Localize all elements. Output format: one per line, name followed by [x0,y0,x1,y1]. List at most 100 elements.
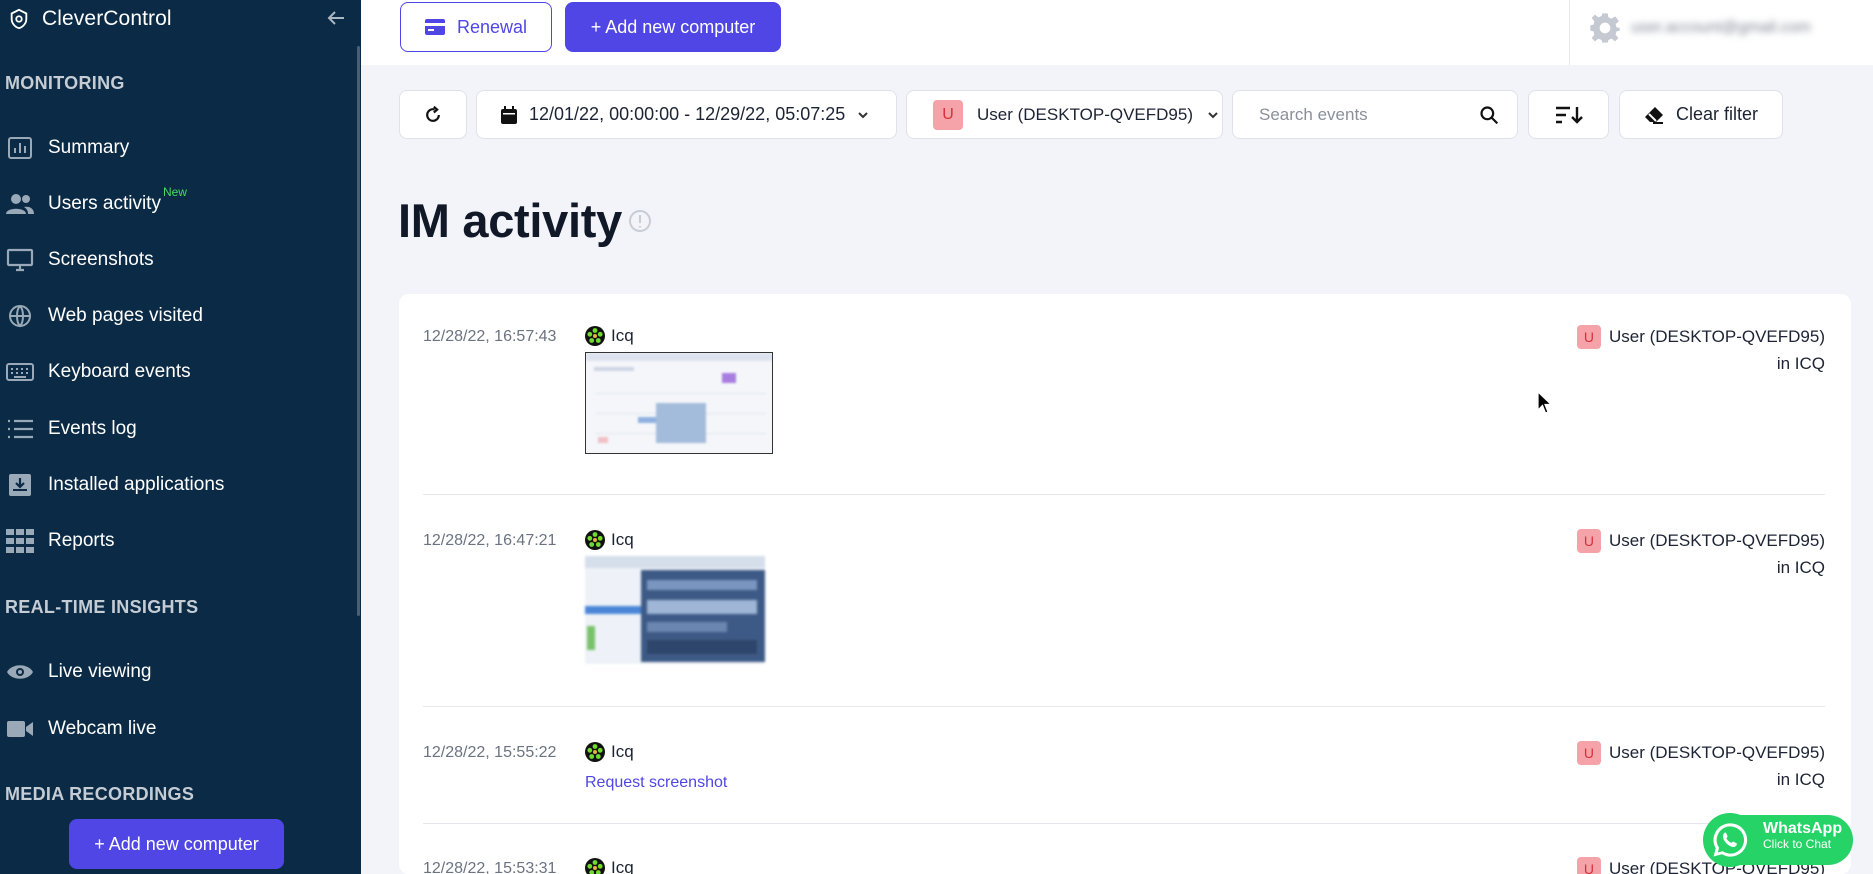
sidebar-item-keyboard[interactable]: Keyboard events [0,349,355,395]
event-time: 12/28/22, 16:57:43 [423,328,557,345]
event-app-label: Icq [611,742,634,761]
sidebar-item-label: Users activity [48,193,161,214]
sidebar-item-label: Events log [48,418,137,439]
sidebar-add-computer-button[interactable]: + Add new computer [69,819,284,869]
user-select[interactable]: U User (DESKTOP-QVEFD95) [906,90,1223,139]
sidebar-item-users-activity[interactable]: Users activity New [0,181,355,227]
whatsapp-title: WhatsApp [1763,820,1843,837]
grid-icon [5,528,35,554]
search-placeholder: Search events [1259,104,1368,124]
gear-icon[interactable] [1589,12,1621,44]
users-icon [5,191,35,217]
whatsapp-subtitle: Click to Chat [1763,836,1832,851]
refresh-icon [426,105,440,122]
page-title: IM activity [398,194,622,247]
icq-icon [585,530,605,550]
event-user: U User (DESKTOP-QVEFD95) [1576,529,1825,553]
sidebar-item-label: Summary [48,137,130,158]
monitor-icon [5,247,35,273]
search-input[interactable]: Search events [1232,90,1518,139]
event-app-context: in ICQ [1776,770,1825,789]
app-name: CleverControl [42,7,172,30]
sidebar-item-webcam-live[interactable]: Webcam live [0,706,355,752]
icq-icon [585,742,605,762]
event-time: 12/28/22, 15:55:22 [423,744,557,761]
sidebar-item-label: Live viewing [48,661,152,682]
event-app-label: Icq [611,858,634,874]
add-computer-button[interactable]: + Add new computer [565,2,781,52]
screenshot-thumbnail[interactable] [585,556,765,664]
user-avatar: U [1576,741,1601,765]
event-user-label: User (DESKTOP-QVEFD95) [1608,743,1825,762]
brand[interactable]: CleverControl [8,4,172,34]
event-app: Icq [585,530,634,550]
account-email: user.account@gmail.com [1631,19,1811,36]
user-avatar: U [933,99,963,130]
sidebar-item-installed-apps[interactable]: Installed applications [0,462,355,508]
sort-icon [1555,106,1583,124]
section-realtime: REAL-TIME INSIGHTS [5,597,199,617]
event-app: Icq [585,742,634,762]
event-user: U User (DESKTOP-QVEFD95) [1576,741,1825,765]
clear-filter-button[interactable]: Clear filter [1619,90,1783,139]
download-box-icon [5,472,35,498]
info-icon[interactable] [628,209,652,233]
globe-icon [5,303,35,329]
sidebar-item-live-viewing[interactable]: Live viewing [0,649,355,695]
event-app: Icq [585,326,634,346]
eraser-icon [1644,106,1663,124]
sidebar-item-reports[interactable]: Reports [0,518,355,564]
event-app-context: in ICQ [1776,354,1825,373]
search-icon[interactable] [1479,105,1499,125]
sidebar-item-label: Screenshots [48,249,154,270]
sidebar-item-label: Reports [48,530,115,551]
sidebar-scrollbar[interactable] [357,46,360,616]
chevron-down-icon [1208,111,1218,118]
user-avatar: U [1576,325,1601,349]
whatsapp-chat-button[interactable]: WhatsApp Click to Chat [1703,813,1853,867]
sidebar-item-screenshots[interactable]: Screenshots [0,237,355,283]
event-app: Icq [585,858,634,874]
icq-icon [585,858,605,874]
arrow-left-icon[interactable] [324,6,348,30]
renewal-label: Renewal [456,16,528,37]
divider [423,494,1825,495]
sidebar-item-web-pages[interactable]: Web pages visited [0,293,355,339]
account-menu[interactable]: user.account@gmail.com [1589,12,1811,44]
chart-icon [5,135,35,161]
divider [1569,0,1570,65]
divider [423,823,1825,824]
event-app-label: Icq [611,530,634,549]
screenshot-thumbnail[interactable] [585,352,773,454]
credit-card-icon [424,19,445,35]
event-time: 12/28/22, 15:53:31 [423,860,557,874]
refresh-button[interactable] [399,90,467,139]
event-user: U User (DESKTOP-QVEFD95) [1576,325,1825,349]
renewal-button[interactable]: Renewal [400,2,552,52]
sidebar-item-label: Keyboard events [48,361,191,382]
whatsapp-text: WhatsApp Click to Chat [1763,820,1843,851]
sidebar-item-summary[interactable]: Summary [0,125,355,171]
date-range-value: 12/01/22, 00:00:00 - 12/29/22, 05:07:25 [529,104,846,124]
sort-button[interactable] [1528,90,1609,139]
user-select-value: User (DESKTOP-QVEFD95) [977,104,1194,124]
keyboard-icon [5,359,35,385]
sidebar-item-events-log[interactable]: Events log [0,406,355,452]
event-app-label: Icq [611,326,634,345]
new-badge: New [162,185,187,199]
clear-filter-label: Clear filter [1675,104,1759,124]
events-list: 12/28/22, 16:57:43 Icq U User (DESKTOP-Q… [399,294,1851,874]
chevron-down-icon [858,111,868,118]
mouse-cursor-icon [1537,391,1553,414]
sidebar-item-label: Web pages visited [48,305,203,326]
event-app-context: in ICQ [1776,558,1825,577]
date-range-picker[interactable]: 12/01/22, 00:00:00 - 12/29/22, 05:07:25 [476,90,897,139]
shield-logo-icon [10,8,28,30]
sidebar-item-label: Webcam live [48,718,157,739]
event-time: 12/28/22, 16:47:21 [423,532,557,549]
request-screenshot-link[interactable]: Request screenshot [585,774,727,792]
topbar: Renewal + Add new computer user.account@… [361,0,1873,65]
user-avatar: U [1576,529,1601,553]
calendar-icon [501,105,517,124]
user-avatar: U [1576,857,1601,874]
